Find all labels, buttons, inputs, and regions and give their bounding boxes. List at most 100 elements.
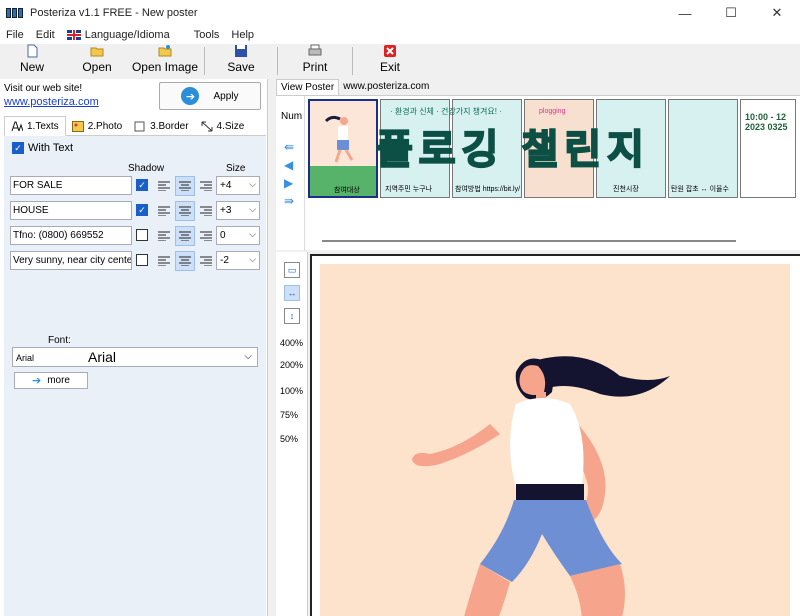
align-left-icon — [158, 206, 170, 216]
size-select[interactable]: 0 ⌵ — [216, 226, 260, 245]
align-center-button[interactable] — [175, 176, 195, 196]
align-left-button[interactable] — [154, 176, 174, 196]
exit-button-label: Exit — [379, 60, 400, 74]
shadow-checkbox[interactable]: ✓ — [136, 204, 148, 216]
align-left-button[interactable] — [154, 226, 174, 246]
tab-photo-label: 2.Photo — [87, 120, 123, 132]
website-label: Visit our web site! — [4, 83, 83, 94]
with-text-checkbox[interactable]: ✓ — [12, 142, 24, 154]
align-center-button[interactable] — [175, 201, 195, 221]
align-left-button[interactable] — [154, 251, 174, 271]
text-icon — [11, 121, 23, 131]
tab-size[interactable]: 4.Size — [195, 116, 251, 136]
border-icon — [134, 121, 145, 131]
maximize-button[interactable]: ☐ — [708, 0, 754, 26]
align-right-button[interactable] — [196, 251, 216, 271]
zoom-100[interactable]: 100% — [280, 386, 303, 396]
tab-border-label: 3.Border — [150, 120, 189, 132]
align-left-icon — [158, 231, 170, 241]
toolbar: New Open Open Image Save Print Exit — [0, 44, 800, 78]
fit-width-button[interactable]: ↔ — [284, 285, 300, 301]
font-select[interactable]: Arial Arial ⌵ — [12, 347, 258, 367]
size-select[interactable]: +4 ⌵ — [216, 176, 260, 195]
open-button-label: Open — [82, 60, 112, 74]
size-column-header: Size — [226, 163, 246, 174]
fit-page-button[interactable]: ▭ — [284, 262, 300, 278]
double-arrow-right-icon[interactable]: ⇛ — [284, 193, 294, 209]
zoom-200[interactable]: 200% — [280, 360, 303, 370]
with-text-option[interactable]: ✓ With Text — [12, 142, 73, 154]
banner-title: 플로깅 챌린지 — [375, 127, 650, 173]
with-text-label: With Text — [28, 142, 74, 154]
shadow-checkbox[interactable] — [136, 229, 148, 241]
text-line-input[interactable]: HOUSE — [10, 201, 132, 220]
text-line-input[interactable]: Very sunny, near city center — [10, 251, 132, 270]
minimize-button[interactable]: — — [662, 0, 708, 26]
zoom-400[interactable]: 400% — [280, 338, 303, 348]
more-button[interactable]: ➔ more — [14, 372, 88, 389]
tab-website[interactable]: www.posteriza.com — [339, 79, 433, 95]
arrow-left-icon[interactable]: ◀ — [284, 157, 294, 173]
floppy-disk-icon — [235, 45, 247, 57]
align-right-icon — [200, 231, 212, 241]
text-line-input[interactable]: Tfno: (0800) 669552 — [10, 226, 132, 245]
website-link[interactable]: www.posteriza.com — [4, 96, 99, 108]
size-select[interactable]: -2 ⌵ — [216, 251, 260, 270]
zoom-50[interactable]: 50% — [280, 434, 298, 444]
toolbar-separator — [204, 47, 205, 75]
align-right-button[interactable] — [196, 201, 216, 221]
menu-file[interactable]: File — [0, 29, 30, 41]
size-value: -2 — [220, 255, 229, 266]
double-arrow-left-icon[interactable]: ⇚ — [284, 139, 294, 155]
fit-height-button[interactable]: ↕ — [284, 308, 300, 324]
align-left-button[interactable] — [154, 201, 174, 221]
tab-texts[interactable]: 1.Texts — [4, 116, 66, 136]
zoom-75[interactable]: 75% — [280, 410, 298, 420]
arrow-right-icon: ➔ — [181, 87, 200, 105]
exit-button[interactable]: Exit — [357, 44, 423, 78]
new-button[interactable]: New — [0, 44, 64, 78]
align-right-icon — [200, 206, 212, 216]
shadow-checkbox[interactable]: ✓ — [136, 179, 148, 191]
text-line-input[interactable]: FOR SALE — [10, 176, 132, 195]
window-title: Posteriza v1.1 FREE - New poster — [30, 7, 198, 19]
banner-subtitle: · 환경과 신체 · 건강가지 챙겨요! · — [390, 107, 502, 116]
window-controls: — ☐ ✕ — [662, 0, 800, 26]
align-center-button[interactable] — [175, 251, 195, 271]
poster-canvas[interactable] — [310, 254, 800, 616]
save-button-label: Save — [227, 60, 255, 74]
align-center-icon — [179, 231, 191, 241]
menu-tools[interactable]: Tools — [188, 29, 226, 41]
align-center-icon — [179, 206, 191, 216]
open-button[interactable]: Open — [64, 44, 130, 78]
print-button[interactable]: Print — [282, 44, 348, 78]
menu-edit[interactable]: Edit — [30, 29, 61, 41]
apply-button[interactable]: ➔ Apply — [159, 82, 261, 110]
align-center-button[interactable] — [175, 226, 195, 246]
close-button[interactable]: ✕ — [754, 0, 800, 26]
menu-help[interactable]: Help — [225, 29, 260, 41]
arrow-right-icon[interactable]: ▶ — [284, 175, 294, 191]
size-select[interactable]: +3 ⌵ — [216, 201, 260, 220]
save-button[interactable]: Save — [209, 44, 273, 78]
open-image-button[interactable]: Open Image — [130, 44, 200, 78]
banner-overlay: · 환경과 신체 · 건강가지 챙겨요! · 플로깅 챌린지 — [375, 106, 796, 175]
align-right-button[interactable] — [196, 226, 216, 246]
apply-button-label: Apply — [213, 90, 239, 102]
thumbnail-scrollbar[interactable] — [322, 240, 736, 242]
thumbnail-caption: 참여대상 — [334, 187, 360, 194]
align-left-icon — [158, 181, 170, 191]
open-image-button-label: Open Image — [131, 60, 199, 74]
page-icon: ▭ — [287, 264, 297, 275]
new-button-label: New — [19, 60, 44, 74]
poster-thumbnail[interactable]: 참여대상 — [308, 99, 378, 198]
settings-tabs: 1.Texts 2.Photo 3.Border 4.Size — [4, 116, 266, 136]
align-right-button[interactable] — [196, 176, 216, 196]
shadow-checkbox[interactable] — [136, 254, 148, 266]
tab-view-poster[interactable]: View Poster — [276, 79, 340, 95]
text-row: Very sunny, near city center -2 ⌵ — [10, 251, 264, 271]
strip-divider — [304, 96, 305, 251]
menu-language[interactable]: Language/Idioma — [61, 29, 176, 41]
tab-photo[interactable]: 2.Photo — [66, 116, 128, 136]
tab-border[interactable]: 3.Border — [128, 116, 194, 136]
